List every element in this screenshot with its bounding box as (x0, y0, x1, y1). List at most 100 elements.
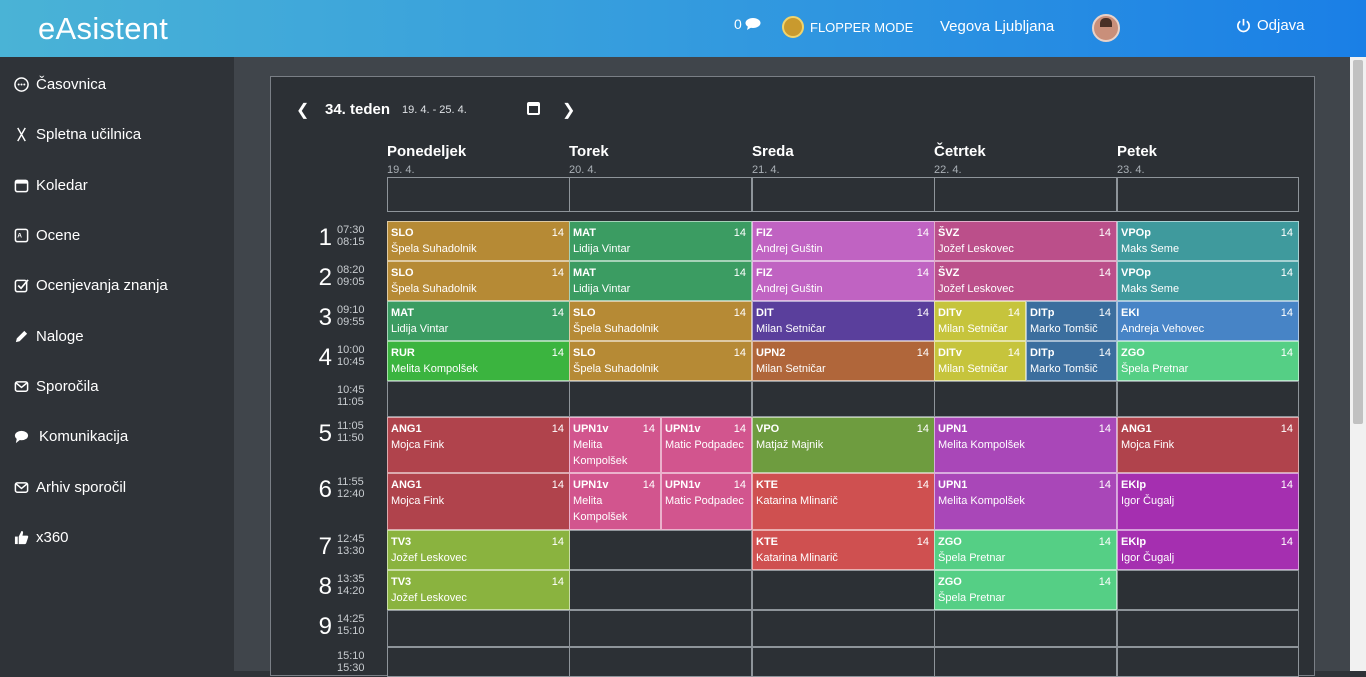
lesson-block[interactable]: UPN1v 14 Matic Podpadec (661, 473, 752, 530)
sidebar-item-9[interactable]: Arhiv sporočil (14, 476, 126, 498)
lesson-block[interactable]: ZGO 14 Špela Pretnar (934, 530, 1117, 570)
lesson-block[interactable]: EKI 14 Andreja Vehovec (1117, 301, 1299, 341)
lesson-block[interactable]: ANG1 14 Mojca Fink (1117, 417, 1299, 473)
lesson-block[interactable]: DIT 14 Milan Setničar (752, 301, 935, 341)
lesson-room: 14 (1007, 347, 1020, 359)
timetable-cell[interactable] (752, 610, 935, 647)
logout-button[interactable]: Odjava (1236, 17, 1305, 34)
sidebar-item-7[interactable]: Sporočila (14, 375, 99, 397)
all-day-cell[interactable] (387, 177, 570, 212)
sidebar-item-2[interactable]: Spletna učilnica (14, 123, 141, 145)
lesson-block[interactable]: ŠVZ 14 Jožef Leskovec (934, 221, 1117, 261)
lesson-block[interactable]: KTE 14 Katarina Mlinarič (752, 473, 935, 530)
lesson-block[interactable]: EKIp 14 Igor Čugalj (1117, 473, 1299, 530)
lesson-teacher: Špela Suhadolnik (391, 243, 477, 255)
lesson-block[interactable]: UPN1v 14 Matic Podpadec (661, 417, 752, 473)
sidebar-item-10[interactable]: x360 (14, 526, 69, 548)
lesson-block[interactable]: SLO 14 Špela Suhadolnik (569, 341, 752, 381)
lesson-block[interactable]: SLO 14 Špela Suhadolnik (387, 221, 570, 261)
lesson-block[interactable]: EKIp 14 Igor Čugalj (1117, 530, 1299, 570)
sidebar-item-8[interactable]: Komunikacija (14, 425, 128, 447)
lesson-teacher: Milan Setničar (938, 363, 1008, 375)
lesson-block[interactable]: DITv 14 Milan Setničar (934, 341, 1026, 381)
lesson-block[interactable]: UPN1v 14 Melita Kompolšek (569, 417, 661, 473)
flopper-mode-label[interactable]: FLOPPER MODE (810, 20, 913, 35)
sidebar-item-4[interactable]: A Ocene (14, 224, 80, 246)
lesson-block[interactable]: ŠVZ 14 Jožef Leskovec (934, 261, 1117, 301)
timetable-cell[interactable] (1117, 570, 1299, 610)
school-name[interactable]: Vegova Ljubljana (940, 18, 1054, 35)
lesson-room: 14 (1098, 227, 1111, 239)
timetable-cell[interactable] (387, 610, 570, 647)
lesson-block[interactable]: TV3 14 Jožef Leskovec (387, 530, 570, 570)
lesson-block[interactable]: VPOp 14 Maks Seme (1117, 221, 1299, 261)
all-day-cell[interactable] (934, 177, 1117, 212)
all-day-cell[interactable] (1117, 177, 1299, 212)
lesson-block[interactable]: UPN1 14 Melita Kompolšek (934, 417, 1117, 473)
lesson-block[interactable]: VPO 14 Matjaž Majnik (752, 417, 935, 473)
lesson-block[interactable]: ZGO 14 Špela Pretnar (1117, 341, 1299, 381)
timetable-cell[interactable] (569, 610, 752, 647)
flopper-mode-icon[interactable] (782, 16, 804, 38)
lesson-block[interactable]: ANG1 14 Mojca Fink (387, 473, 570, 530)
avatar[interactable] (1092, 14, 1120, 42)
lesson-block[interactable]: FIZ 14 Andrej Guštin (752, 261, 935, 301)
timetable-cell[interactable] (934, 647, 1117, 677)
hour-number: 3 (318, 304, 332, 331)
timetable-cell[interactable] (1117, 647, 1299, 677)
lesson-block[interactable]: DITp 14 Marko Tomšič (1026, 301, 1117, 341)
timetable-cell[interactable] (569, 647, 752, 677)
lesson-subject: VPOp (1121, 267, 1151, 279)
timetable-cell[interactable] (387, 647, 570, 677)
timetable-cell[interactable] (569, 381, 752, 417)
chat-icon[interactable] (745, 18, 761, 30)
next-week-button[interactable]: ❯ (562, 100, 575, 120)
lesson-block[interactable]: UPN1 14 Melita Kompolšek (934, 473, 1117, 530)
sidebar-item-3[interactable]: Koledar (14, 174, 88, 196)
sidebar-item-label: x360 (36, 528, 69, 546)
lesson-block[interactable]: RUR 14 Melita Kompolšek (387, 341, 570, 381)
lesson-teacher: Špela Pretnar (938, 592, 1006, 604)
sidebar-item-1[interactable]: Časovnica (14, 73, 106, 95)
lesson-teacher: Igor Čugalj (1121, 495, 1175, 507)
lesson-subject: RUR (391, 347, 415, 359)
lesson-room: 14 (916, 423, 929, 435)
timetable-cell[interactable] (387, 381, 570, 417)
lesson-block[interactable]: MAT 14 Lidija Vintar (569, 221, 752, 261)
sidebar-item-6[interactable]: Naloge (14, 325, 84, 347)
lesson-teacher: Milan Setničar (756, 323, 826, 335)
timetable-cell[interactable] (752, 381, 935, 417)
lesson-block[interactable]: DITp 14 Marko Tomšič (1026, 341, 1117, 381)
message-count[interactable]: 0 (734, 16, 742, 32)
lesson-block[interactable]: MAT 14 Lidija Vintar (387, 301, 570, 341)
timetable-cell[interactable] (752, 647, 935, 677)
scrollbar-thumb[interactable] (1353, 60, 1363, 424)
timetable-cell[interactable] (934, 610, 1117, 647)
sidebar-item-5[interactable]: Ocenjevanja znanja (14, 274, 168, 296)
hour-start: 08:20 (337, 264, 365, 276)
timetable-cell[interactable] (569, 530, 752, 570)
timetable-cell[interactable] (934, 381, 1117, 417)
lesson-block[interactable]: ANG1 14 Mojca Fink (387, 417, 570, 473)
lesson-block[interactable]: SLO 14 Špela Suhadolnik (387, 261, 570, 301)
lesson-block[interactable]: UPN2 14 Milan Setničar (752, 341, 935, 381)
sidebar-item-label: Sporočila (36, 377, 99, 395)
timetable-cell[interactable] (752, 570, 935, 610)
calendar-icon[interactable] (527, 102, 540, 115)
timetable-cell[interactable] (1117, 381, 1299, 417)
lesson-block[interactable]: TV3 14 Jožef Leskovec (387, 570, 570, 610)
lesson-block[interactable]: KTE 14 Katarina Mlinarič (752, 530, 935, 570)
lesson-block[interactable]: SLO 14 Špela Suhadolnik (569, 301, 752, 341)
brand-logo[interactable]: eAsistent (38, 11, 168, 47)
lesson-block[interactable]: FIZ 14 Andrej Guštin (752, 221, 935, 261)
lesson-block[interactable]: MAT 14 Lidija Vintar (569, 261, 752, 301)
lesson-block[interactable]: ZGO 14 Špela Pretnar (934, 570, 1117, 610)
all-day-cell[interactable] (752, 177, 935, 212)
all-day-cell[interactable] (569, 177, 752, 212)
lesson-block[interactable]: VPOp 14 Maks Seme (1117, 261, 1299, 301)
timetable-cell[interactable] (569, 570, 752, 610)
prev-week-button[interactable]: ❮ (296, 100, 309, 120)
lesson-block[interactable]: UPN1v 14 Melita Kompolšek (569, 473, 661, 530)
lesson-block[interactable]: DITv 14 Milan Setničar (934, 301, 1026, 341)
timetable-cell[interactable] (1117, 610, 1299, 647)
